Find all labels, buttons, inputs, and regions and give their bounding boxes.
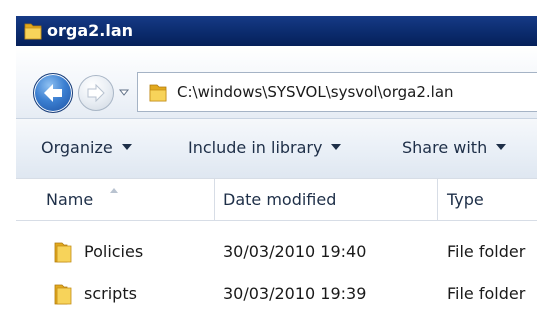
share-with-button[interactable]: Share with: [402, 138, 507, 157]
folder-icon: [149, 84, 167, 102]
chevron-down-icon: [331, 143, 342, 150]
file-date-modified: 30/03/2010 19:39: [223, 284, 367, 303]
include-in-library-label: Include in library: [188, 138, 323, 157]
share-with-label: Share with: [402, 138, 488, 157]
navigation-bar: C:\windows\SYSVOL\sysvol\orga2.lan: [16, 46, 537, 118]
window-title-bar[interactable]: orga2.lan: [16, 16, 537, 46]
folder-icon: [54, 284, 72, 305]
column-headers: Name Date modified Type: [16, 178, 537, 221]
file-row[interactable]: scripts 30/03/2010 19:39 File folder: [16, 277, 537, 311]
back-button[interactable]: [33, 73, 73, 113]
file-name: scripts: [84, 284, 137, 303]
organize-label: Organize: [41, 138, 113, 157]
file-row[interactable]: Policies 30/03/2010 19:40 File folder: [16, 235, 537, 269]
window-title: orga2.lan: [47, 21, 134, 40]
back-arrow-icon: [44, 84, 62, 102]
command-toolbar: Organize Include in library Share with: [16, 118, 537, 178]
column-header-name[interactable]: Name: [16, 179, 214, 220]
organize-button[interactable]: Organize: [41, 138, 132, 157]
column-header-date-modified[interactable]: Date modified: [215, 179, 437, 220]
chevron-down-icon: [496, 143, 507, 150]
recent-pages-dropdown-icon[interactable]: [118, 86, 130, 98]
file-name: Policies: [84, 242, 144, 261]
address-path[interactable]: C:\windows\SYSVOL\sysvol\orga2.lan: [177, 83, 454, 101]
forward-arrow-icon: [87, 83, 105, 103]
address-bar[interactable]: C:\windows\SYSVOL\sysvol\orga2.lan: [137, 72, 537, 112]
file-type: File folder: [447, 242, 526, 261]
file-type: File folder: [447, 284, 526, 303]
column-header-name-label: Name: [46, 190, 94, 209]
folder-icon: [24, 23, 42, 40]
forward-button[interactable]: [78, 75, 114, 111]
chevron-down-icon: [121, 143, 132, 150]
folder-icon: [54, 242, 72, 263]
column-header-type[interactable]: Type: [438, 179, 537, 220]
sort-ascending-icon: [110, 188, 118, 193]
column-header-date-label: Date modified: [223, 190, 337, 209]
column-header-type-label: Type: [447, 190, 484, 209]
file-date-modified: 30/03/2010 19:40: [223, 242, 367, 261]
include-in-library-button[interactable]: Include in library: [188, 138, 342, 157]
